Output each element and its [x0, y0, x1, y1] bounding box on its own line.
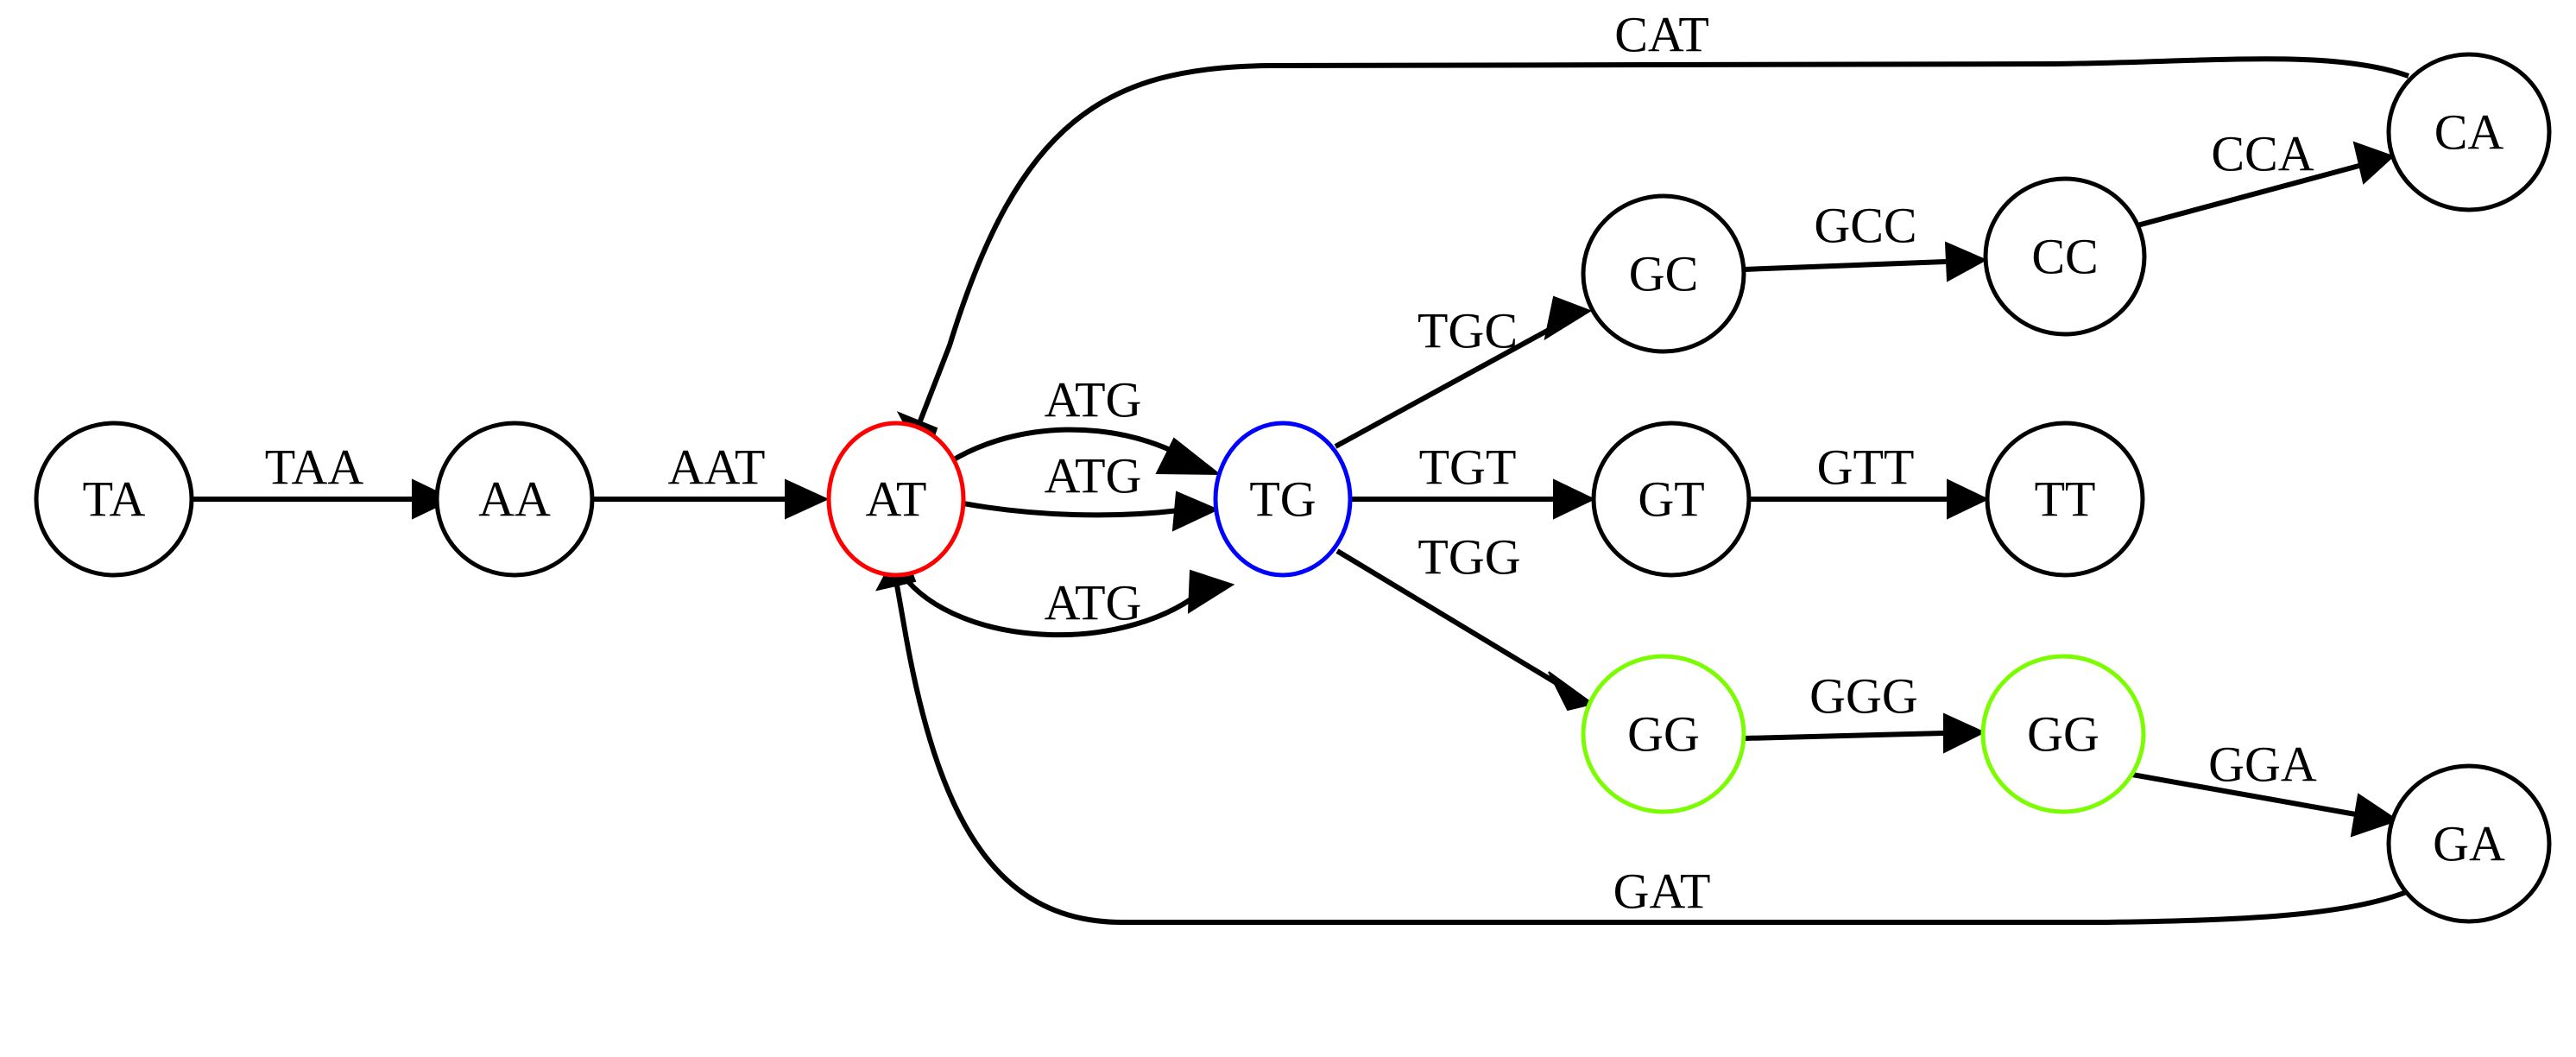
edge-line — [1743, 731, 1945, 741]
edge-label: GTT — [1817, 440, 1915, 496]
node-label: GG — [2027, 706, 2099, 763]
node-cc[interactable]: CC — [1983, 176, 2147, 337]
node-at[interactable]: AT — [826, 421, 966, 578]
node-gg-first[interactable]: GG — [1581, 654, 1746, 814]
edge-label: CCA — [2211, 126, 2314, 182]
edge-label: GCC — [1814, 198, 1916, 254]
node-label: GA — [2433, 816, 2505, 872]
edge-label: GGA — [2208, 737, 2317, 793]
arrow-head-icon — [1553, 478, 1596, 520]
edge-tg-gc[interactable]: TGC — [1334, 295, 1593, 449]
edge-aa-at[interactable]: AAT — [592, 440, 830, 520]
edge-label: TGC — [1417, 303, 1518, 359]
arrow-head-icon — [1155, 437, 1222, 476]
node-ga[interactable]: GA — [2386, 763, 2552, 924]
node-tg[interactable]: TG — [1213, 421, 1353, 578]
node-label: TA — [83, 472, 146, 528]
edge-line — [1743, 259, 1947, 272]
node-label: TT — [2035, 472, 2096, 528]
node-label: AT — [866, 472, 927, 528]
arrow-head-icon — [1947, 478, 1990, 520]
edge-gt-tt[interactable]: GTT — [1749, 440, 1990, 520]
edge-line — [963, 501, 1180, 518]
node-label: TG — [1249, 472, 1316, 528]
node-ca[interactable]: CA — [2386, 52, 2552, 212]
arrow-head-icon — [1187, 569, 1235, 614]
node-gt[interactable]: GT — [1591, 421, 1752, 578]
edge-label: ATG — [1045, 448, 1142, 504]
edge-label: ATG — [1045, 372, 1142, 428]
arrow-head-icon — [785, 478, 830, 520]
arrow-head-icon — [2352, 141, 2395, 185]
edge-label: TGT — [1419, 440, 1517, 496]
node-aa[interactable]: AA — [434, 421, 595, 578]
edge-gg-ga[interactable]: GGA — [2131, 737, 2400, 838]
node-label: GG — [1627, 706, 1700, 763]
edge-label: ATG — [1045, 575, 1142, 631]
node-label: GC — [1629, 246, 1699, 302]
graph-svg: TAA AAT ATG ATG ATG TGC TGT TGG GCC CCA … — [34, 7, 2552, 925]
edge-tg-gt[interactable]: TGT — [1350, 440, 1596, 520]
edge-label: CAT — [1614, 7, 1709, 63]
node-label: AA — [478, 472, 551, 528]
node-gg-second[interactable]: GG — [1980, 654, 2146, 814]
arrow-head-icon — [1548, 671, 1595, 712]
node-gc[interactable]: GC — [1581, 193, 1746, 354]
arrow-head-icon — [1944, 241, 1988, 282]
edge-ta-aa[interactable]: TAA — [192, 440, 455, 520]
edge-gg-gg[interactable]: GGG — [1743, 668, 1986, 754]
edge-label: AAT — [668, 440, 766, 496]
node-label: CC — [2031, 229, 2098, 285]
arrow-head-icon — [1943, 712, 1986, 754]
arrow-head-icon — [1544, 295, 1593, 341]
de-bruijn-graph-canvas: TAA AAT ATG ATG ATG TGC TGT TGG GCC CCA … — [0, 0, 2576, 1057]
edge-tg-gg[interactable]: TGG — [1335, 529, 1595, 712]
node-label: GT — [1638, 472, 1704, 528]
node-tt[interactable]: TT — [1985, 421, 2145, 578]
arrow-head-icon — [1171, 491, 1220, 532]
edge-label: TAA — [265, 440, 364, 496]
edge-label: GGG — [1809, 668, 1918, 725]
node-label: CA — [2434, 104, 2504, 161]
edge-at-tg-lower[interactable]: ATG — [900, 569, 1235, 638]
edge-label: GAT — [1613, 864, 1711, 920]
edge-gc-cc[interactable]: GCC — [1743, 198, 1988, 282]
node-ta[interactable]: TA — [34, 421, 194, 578]
edge-cc-ca[interactable]: CCA — [2137, 126, 2395, 228]
edge-label: TGG — [1417, 529, 1520, 585]
